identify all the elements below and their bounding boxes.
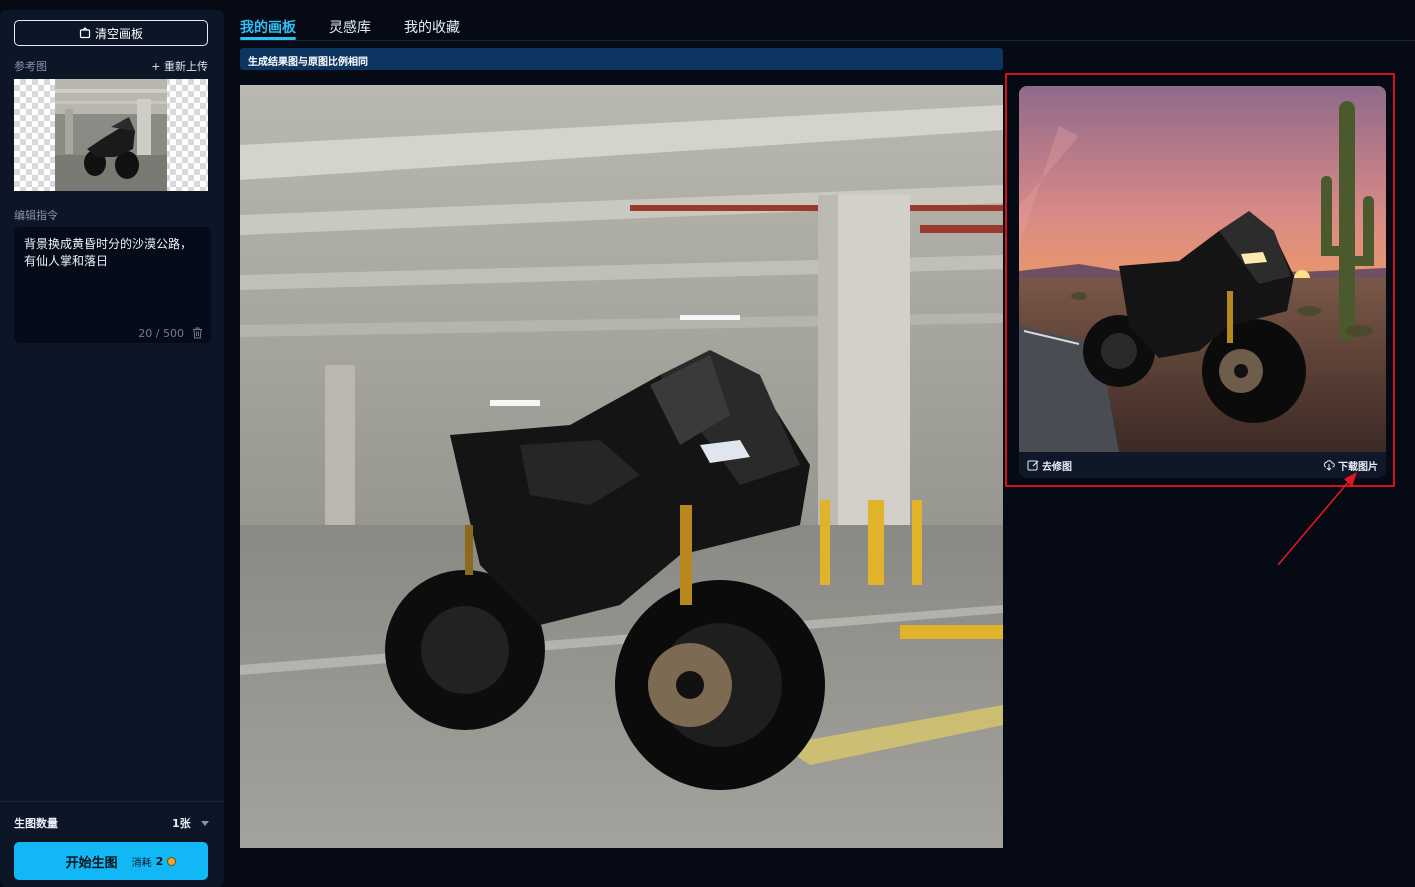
cost-value: 2: [155, 854, 164, 868]
tab-inspiration[interactable]: 灵感库: [329, 0, 371, 40]
ratio-notice: 生成结果图与原图比例相同: [240, 48, 1003, 70]
instruction-textarea[interactable]: 背景换成黄昏时分的沙漠公路，有仙人掌和落日 20 / 500: [14, 227, 211, 343]
retouch-button[interactable]: 去修图: [1027, 458, 1072, 473]
parking-garage-motorcycle-image: [240, 85, 1003, 848]
image-count-value: 1张: [172, 817, 191, 830]
char-count: 20 / 500: [138, 327, 184, 340]
sidebar-divider: [0, 801, 224, 802]
reupload-button[interactable]: + 重新上传: [151, 58, 208, 74]
chevron-down-icon: [200, 820, 209, 826]
image-count-select[interactable]: 1张: [172, 815, 209, 831]
start-generate-button[interactable]: 开始生图 消耗 2: [14, 842, 208, 880]
result-card[interactable]: 去修图 下载图片: [1019, 86, 1386, 478]
tabs-divider: [240, 40, 1415, 41]
start-generate-label: 开始生图: [65, 855, 118, 871]
reference-image-thumbnail[interactable]: [14, 79, 208, 191]
cost-label: 消耗: [131, 857, 152, 869]
main-tabs: 我的画板 灵感库 我的收藏: [240, 0, 460, 40]
image-count-label: 生图数量: [14, 817, 58, 830]
retouch-label: 去修图: [1042, 461, 1072, 473]
edit-icon: [1027, 460, 1039, 471]
instruction-text: 背景换成黄昏时分的沙漠公路，有仙人掌和落日: [24, 237, 193, 268]
instruction-label: 编辑指令: [14, 209, 58, 222]
original-image: [240, 85, 1003, 848]
sidebar: 清空画板 参考图 + 重新上传 编辑指令 背景换成黄昏时分的沙漠公路，有仙人掌和…: [0, 10, 224, 887]
reference-image-label: 参考图: [14, 60, 47, 73]
desert-sunset-motorcycle-image: [1019, 86, 1386, 452]
coin-icon: [167, 856, 177, 866]
reference-image: [55, 79, 167, 191]
canvas-icon: [79, 27, 91, 39]
annotation-arrow: [1277, 472, 1357, 566]
clear-canvas-button[interactable]: 清空画板: [14, 20, 208, 46]
tab-favorites[interactable]: 我的收藏: [404, 0, 460, 40]
tab-my-canvas[interactable]: 我的画板: [240, 0, 296, 40]
clear-canvas-label: 清空画板: [94, 26, 143, 41]
cost-info: 消耗 2: [132, 854, 177, 869]
trash-icon[interactable]: [192, 327, 203, 339]
